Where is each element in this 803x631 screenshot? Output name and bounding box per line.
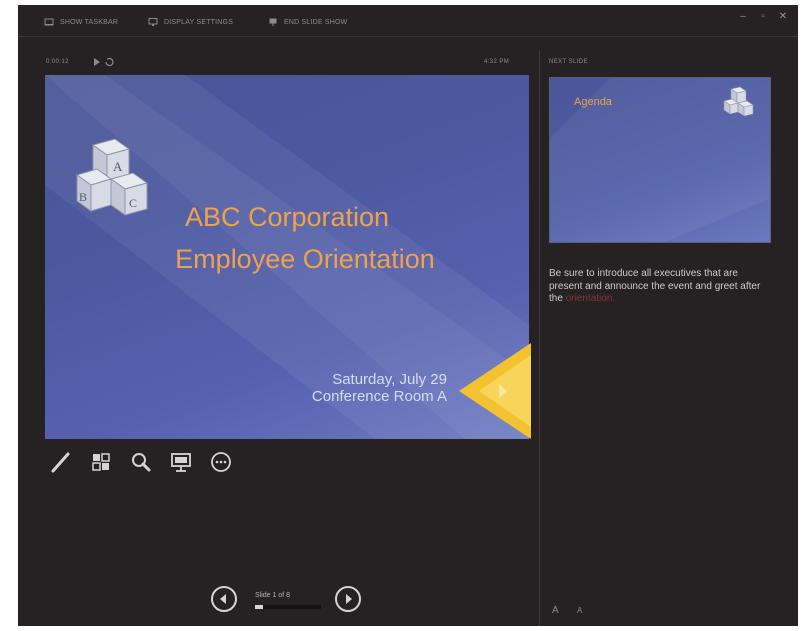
svg-text:A: A — [552, 605, 559, 615]
decrease-font-icon[interactable]: A — [575, 603, 587, 615]
slide-subtitle-line-2: Conference Room A — [311, 388, 447, 405]
show-taskbar-label: SHOW TASKBAR — [60, 18, 119, 26]
close-button[interactable]: ✕ — [776, 11, 790, 22]
top-toolbar: SHOW TASKBAR DISPLAY SETTINGS END SLIDE … — [18, 5, 798, 37]
next-slide-title: Agenda — [574, 96, 612, 108]
presenter-view-window: SHOW TASKBAR DISPLAY SETTINGS END SLIDE … — [18, 5, 798, 626]
display-settings-label: DISPLAY SETTINGS — [164, 18, 234, 26]
more-icon[interactable] — [208, 449, 234, 475]
increase-font-icon[interactable]: A — [551, 603, 563, 615]
restore-button[interactable]: ▫ — [756, 11, 770, 22]
thumb-abc-blocks-image — [723, 86, 754, 116]
end-slide-show-label: END SLIDE SHOW — [284, 18, 348, 26]
screen-icon[interactable] — [168, 449, 194, 475]
clock-readout: 4:32 PM — [484, 59, 510, 65]
end-show-icon — [269, 18, 277, 26]
chevron-left-icon — [220, 594, 226, 604]
slide-progress-bar — [255, 605, 321, 609]
slide-subtitle-line-1: Saturday, July 29 — [332, 371, 447, 388]
timer-readout: 0:00:12 — [46, 59, 69, 65]
svg-text:A: A — [577, 606, 583, 615]
current-slide: A B C ABC Corporation Employee Orientati… — [45, 75, 529, 439]
display-settings-button[interactable]: DISPLAY SETTINGS — [148, 15, 233, 29]
next-slide-label: NEXT SLIDE — [549, 59, 588, 65]
presenter-tools — [48, 449, 234, 477]
previous-slide-button[interactable] — [210, 585, 238, 613]
slides-grid-icon[interactable] — [88, 449, 114, 475]
show-taskbar-button[interactable]: SHOW TASKBAR — [44, 15, 118, 29]
svg-text:A: A — [113, 159, 123, 174]
panel-divider — [539, 51, 540, 626]
reset-icon[interactable] — [105, 57, 114, 67]
zoom-icon[interactable] — [128, 449, 154, 475]
slide-title-line-2: Employee Orientation — [175, 244, 435, 274]
slide-counter[interactable]: Slide 1 of 8 — [255, 592, 290, 599]
pause-icon[interactable] — [94, 58, 100, 66]
end-slide-show-button[interactable]: END SLIDE SHOW — [268, 15, 347, 29]
taskbar-icon — [44, 18, 54, 26]
next-slide-button[interactable] — [334, 585, 362, 613]
minimize-button[interactable]: – — [736, 11, 750, 22]
speaker-notes[interactable]: Be sure to introduce all executives that… — [549, 268, 764, 306]
slide-progress-fill — [255, 605, 264, 609]
pen-icon[interactable] — [48, 449, 74, 475]
display-settings-icon — [148, 18, 158, 26]
timer-controls[interactable] — [93, 57, 115, 67]
notes-faint-text: orientation. — [565, 293, 616, 304]
chevron-right-icon — [346, 594, 352, 604]
slide-title-line-1: ABC Corporation — [184, 202, 390, 232]
next-slide-preview[interactable]: Agenda — [549, 77, 771, 243]
advance-slide-button[interactable] — [459, 343, 531, 439]
